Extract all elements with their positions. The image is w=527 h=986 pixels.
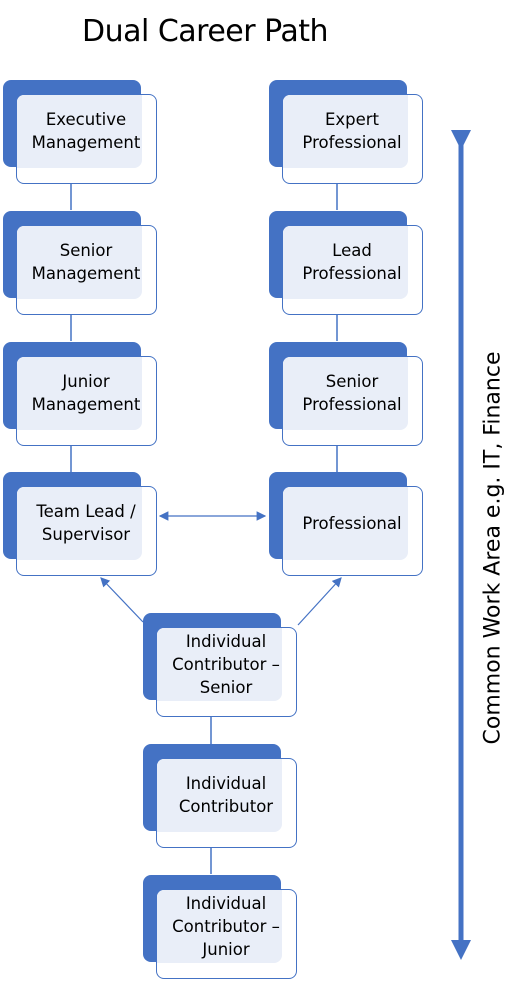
node-label: Expert Professional	[302, 110, 402, 152]
arrow-ic-to-teamlead	[100, 577, 144, 623]
node-label: Team Lead / Supervisor	[36, 502, 136, 544]
node-team-lead-supervisor: Team Lead / Supervisor	[3, 472, 158, 577]
node-label: Junior Management	[31, 372, 141, 414]
node-label: Lead Professional	[302, 241, 402, 283]
node-lead-professional: Lead Professional	[269, 211, 424, 316]
node-individual-contributor-junior: Individual Contributor – Junior	[143, 875, 298, 980]
node-label: Senior Professional	[302, 372, 402, 414]
node-professional: Professional	[269, 472, 424, 577]
node-label: Individual Contributor	[178, 774, 274, 816]
node-label: Individual Contributor – Junior	[172, 893, 280, 959]
node-label: Senior Management	[31, 241, 141, 283]
node-label: Executive Management	[31, 110, 141, 152]
arrow-ic-to-professional	[297, 577, 342, 626]
node-individual-contributor-senior: Individual Contributor – Senior	[143, 613, 298, 718]
node-junior-management: Junior Management	[3, 342, 158, 447]
node-label: Professional	[302, 513, 402, 533]
node-expert-professional: Expert Professional	[269, 80, 424, 185]
node-senior-professional: Senior Professional	[269, 342, 424, 447]
node-executive-management: Executive Management	[3, 80, 158, 185]
work-area-label: Common Work Area e.g. IT, Finance	[480, 351, 506, 745]
node-senior-management: Senior Management	[3, 211, 158, 316]
node-individual-contributor: Individual Contributor	[143, 744, 298, 849]
node-label: Individual Contributor – Senior	[172, 631, 280, 697]
